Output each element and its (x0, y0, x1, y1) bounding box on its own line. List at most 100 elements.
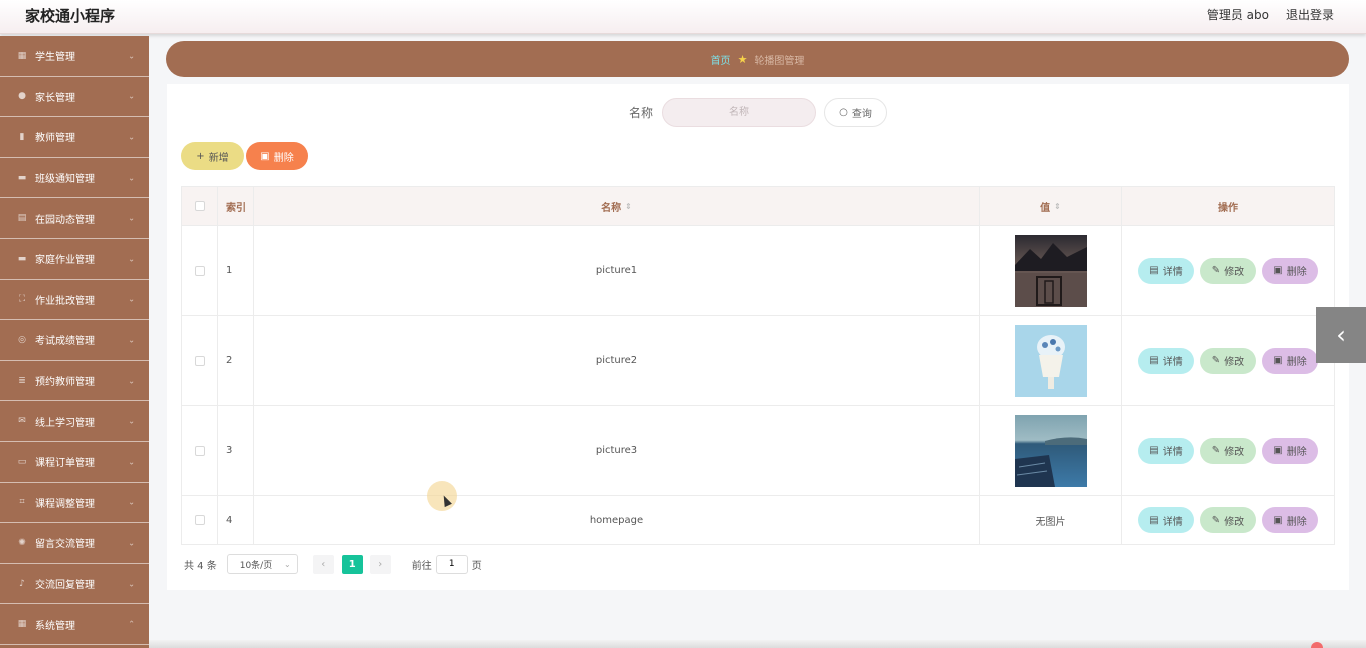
breadcrumb: 首页 ★ 轮播图管理 (166, 41, 1349, 77)
add-button[interactable]: + 新增 (181, 142, 244, 170)
batch-delete-button[interactable]: ▣ 删除 (246, 142, 308, 170)
total-count: 共 4 条 (184, 560, 217, 572)
thumbnail-image[interactable] (1014, 324, 1087, 397)
sort-icon: ⇕ (1054, 201, 1061, 211)
sidebar-item-homework[interactable]: ▬ 家庭作业管理 ⌄ (0, 239, 149, 280)
grid-icon: ▦ (17, 50, 27, 61)
thumbnail-image[interactable] (1014, 414, 1087, 487)
edit-button[interactable]: ✎ 修改 (1200, 437, 1256, 464)
delete-label: 删除 (1286, 267, 1307, 278)
sidebar-item-grading[interactable]: ⛶ 作业批改管理 ⌄ (0, 280, 149, 321)
delete-button[interactable]: ▣ 删除 (1262, 437, 1318, 464)
edit-button[interactable]: ✎ 修改 (1200, 347, 1256, 374)
search-label: 名称 (628, 106, 653, 120)
edit-button[interactable]: ✎ 修改 (1200, 507, 1256, 533)
delete-label: 删除 (1286, 447, 1307, 458)
page-number-current[interactable]: 1 (341, 554, 363, 574)
row-ops: ▤ 详情 ✎ 修改 ▣ 删除 (1122, 226, 1334, 315)
sidebar-item-label: 课程订单管理 (35, 458, 95, 470)
sidebar-item-teacher-booking[interactable]: ≣ 预约教师管理 ⌄ (0, 361, 149, 402)
edit-label: 修改 (1224, 447, 1245, 458)
delete-button[interactable]: ▣ 删除 (1262, 347, 1318, 374)
location-icon: ● (18, 91, 26, 102)
chevron-down-icon: ⌄ (128, 497, 135, 507)
select-all-checkbox[interactable] (194, 201, 205, 211)
sidebar-item-messages[interactable]: ✺ 留言交流管理 ⌄ (0, 523, 149, 564)
row-checkbox[interactable] (194, 515, 205, 525)
film-icon: ▬ (17, 253, 27, 264)
breadcrumb-home[interactable]: 首页 (711, 52, 731, 67)
header-value-label: 值 (1040, 202, 1051, 214)
breadcrumb-current: 轮播图管理 (754, 55, 805, 67)
table-row: 2 picture2 ▤ 详情 ✎ 修改 ▣ 删除 (182, 316, 1334, 406)
plus-icon: + (196, 150, 205, 162)
chevron-down-icon: ⌄ (128, 173, 135, 183)
header-ops: 操作 (1218, 202, 1238, 214)
detail-button[interactable]: ▤ 详情 (1138, 257, 1194, 284)
chevron-left-icon: ‹ (321, 558, 326, 570)
header-index: 索引 (218, 187, 254, 225)
detail-label: 详情 (1162, 447, 1183, 458)
briefcase-icon: ▤ (17, 213, 27, 224)
detail-button[interactable]: ▤ 详情 (1138, 437, 1194, 464)
row-checkbox[interactable] (194, 445, 205, 456)
header-checkbox-cell (182, 187, 218, 225)
delete-button[interactable]: ▣ 删除 (1262, 257, 1318, 284)
sidebar-item-course-adjust[interactable]: ⌗ 课程调整管理 ⌄ (0, 483, 149, 524)
row-index: 3 (218, 406, 254, 495)
search-button-label: 查询 (851, 109, 872, 120)
sidebar-item-campus-news[interactable]: ▤ 在园动态管理 ⌄ (0, 198, 149, 239)
sidebar-item-label: 作业批改管理 (35, 295, 95, 307)
sidebar-item-replies[interactable]: ♪ 交流回复管理 ⌄ (0, 564, 149, 605)
prev-page-button[interactable]: ‹ (312, 554, 334, 574)
page-size-value: 10条/页 (239, 560, 273, 571)
search-button[interactable]: ○ 查询 (824, 98, 887, 127)
sidebar-item-online-learning[interactable]: ✉ 线上学习管理 ⌄ (0, 401, 149, 442)
delete-label: 删除 (1286, 357, 1307, 368)
edit-button[interactable]: ✎ 修改 (1200, 257, 1256, 284)
collapse-panel-button[interactable]: ‹ (1316, 307, 1366, 363)
detail-button[interactable]: ▤ 详情 (1138, 347, 1194, 374)
trash-icon: ▣ (1273, 355, 1283, 366)
row-name: homepage (254, 496, 980, 544)
detail-button[interactable]: ▤ 详情 (1138, 507, 1194, 533)
sidebar-item-course-orders[interactable]: ▭ 课程订单管理 ⌄ (0, 442, 149, 483)
sidebar-item-parents[interactable]: ● 家长管理 ⌄ (0, 77, 149, 118)
logout-link[interactable]: 退出登录 (1286, 6, 1334, 23)
thumbnail-image[interactable] (1014, 234, 1087, 307)
chevron-down-icon: ⌄ (128, 538, 135, 548)
goto-page-input[interactable] (435, 554, 468, 574)
table-header: 索引 名称 ⇕ 值 ⇕ 操作 (182, 187, 1334, 226)
chevron-down-icon: ⌄ (128, 294, 135, 304)
detail-label: 详情 (1162, 516, 1183, 528)
bottom-bar (149, 640, 1366, 648)
header-name[interactable]: 名称 ⇕ (254, 187, 980, 225)
page-size-select[interactable]: 10条/页 ⌄ (226, 554, 298, 574)
table-row: 1 picture1 ▤ 详情 ✎ 修改 ▣ 删除 (182, 226, 1334, 316)
sidebar-item-students[interactable]: ▦ 学生管理 ⌄ (0, 36, 149, 77)
sidebar-item-exam-scores[interactable]: ◎ 考试成绩管理 ⌄ (0, 320, 149, 361)
chevron-right-icon: › (378, 558, 383, 570)
monitor-icon: ▬ (17, 172, 27, 183)
chat-icon: ▭ (17, 456, 27, 467)
next-page-button[interactable]: › (369, 554, 391, 574)
search-input[interactable] (662, 98, 816, 127)
trash-icon: ▣ (1273, 265, 1283, 276)
edit-label: 修改 (1224, 357, 1245, 368)
sidebar-item-class-notice[interactable]: ▬ 班级通知管理 ⌄ (0, 158, 149, 199)
row-checkbox[interactable] (194, 355, 205, 366)
sidebar-item-system[interactable]: ▦ 系统管理 ⌃ (0, 604, 149, 645)
sidebar: ▦ 学生管理 ⌄ ● 家长管理 ⌄ ▮ 教师管理 ⌄ ▬ 班级通知管理 ⌄ ▤ … (0, 36, 149, 648)
delete-button[interactable]: ▣ 删除 (1262, 507, 1318, 533)
header-value[interactable]: 值 ⇕ (980, 187, 1122, 225)
crop-icon: ⌗ (19, 497, 25, 508)
app-title: 家校通小程序 (25, 7, 116, 25)
row-ops: ▤ 详情 ✎ 修改 ▣ 删除 (1122, 406, 1334, 495)
sidebar-item-teachers[interactable]: ▮ 教师管理 ⌄ (0, 117, 149, 158)
row-checkbox[interactable] (194, 265, 205, 276)
pagination: 共 4 条 10条/页 ⌄ ‹ 1 › 前往 页 (184, 554, 482, 574)
delete-button-label: 删除 (273, 152, 294, 164)
search-icon: ○ (839, 107, 848, 118)
row-checkbox-cell (182, 496, 218, 544)
document-icon: ▤ (1149, 514, 1159, 526)
